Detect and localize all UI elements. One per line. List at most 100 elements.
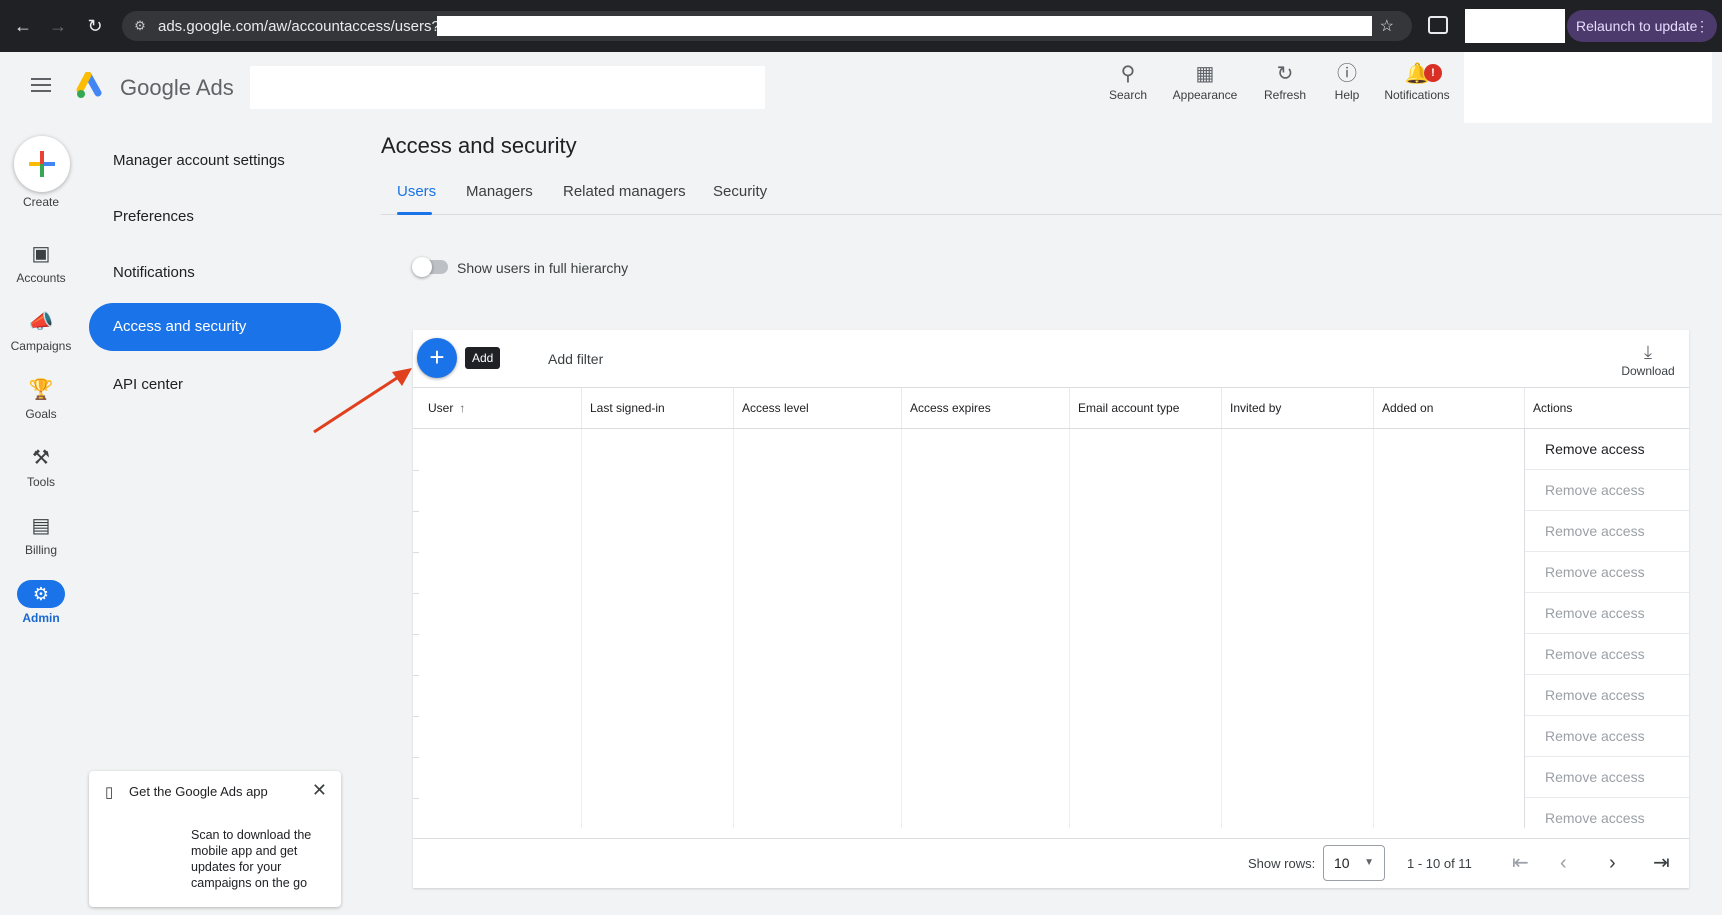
- browser-toolbar: ← → ↻ ⚙ ads.google.com/aw/accountaccess/…: [0, 0, 1722, 52]
- more-vert-icon[interactable]: ⋮: [1695, 10, 1709, 42]
- promo-title: Get the Google Ads app: [129, 784, 268, 799]
- remove-access-button[interactable]: Remove access: [1525, 798, 1689, 839]
- help-icon: ⓘ: [1337, 63, 1357, 85]
- help-label: Help: [1334, 88, 1360, 102]
- tab-users[interactable]: Users: [397, 183, 436, 200]
- column-header-access-expires[interactable]: Access expires: [901, 388, 1069, 428]
- google-ads-logo-icon: [76, 72, 102, 98]
- rail-item-goals[interactable]: 🏆 Goals: [0, 376, 82, 421]
- row-divider: [413, 470, 419, 471]
- rail-label: Billing: [24, 543, 57, 557]
- menu-icon[interactable]: [31, 78, 51, 92]
- relaunch-button[interactable]: Relaunch to update ⋮: [1567, 10, 1717, 42]
- remove-access-button[interactable]: Remove access: [1525, 716, 1689, 757]
- row-divider: [413, 511, 419, 512]
- last-page-icon[interactable]: ⇥: [1653, 851, 1670, 875]
- column-header-user[interactable]: User ↑: [413, 388, 581, 428]
- appearance-icon: ▦: [1195, 63, 1215, 85]
- rail-item-tools[interactable]: ⚒ Tools: [0, 444, 82, 489]
- add-user-button[interactable]: +: [417, 338, 457, 378]
- back-icon[interactable]: ←: [12, 15, 34, 37]
- actions-column: Remove access Remove access Remove acces…: [1524, 429, 1689, 839]
- create-button[interactable]: [14, 136, 70, 192]
- previous-page-icon[interactable]: ‹: [1560, 851, 1567, 875]
- sidebar-item-notifications[interactable]: Notifications: [89, 249, 341, 297]
- column-header-added-on[interactable]: Added on: [1373, 388, 1524, 428]
- remove-access-button[interactable]: Remove access: [1525, 634, 1689, 675]
- next-page-icon[interactable]: ›: [1609, 851, 1616, 875]
- remove-access-button[interactable]: Remove access: [1525, 511, 1689, 552]
- column-divider: [1373, 429, 1374, 828]
- brand-name: Google Ads: [120, 75, 234, 100]
- rail-label: Accounts: [16, 271, 66, 285]
- rail-item-campaigns[interactable]: 📣 Campaigns: [0, 308, 82, 353]
- goals-icon: 🏆: [28, 379, 54, 401]
- site-info-icon[interactable]: ⚙: [130, 16, 150, 36]
- annotation-arrow-icon: [313, 368, 412, 434]
- tools-icon: ⚒: [32, 447, 50, 469]
- rail-item-admin[interactable]: ⚙ Admin: [0, 580, 82, 625]
- rows-per-page-select[interactable]: 10 ▼: [1323, 845, 1385, 881]
- first-page-icon[interactable]: ⇤: [1512, 851, 1529, 875]
- column-header-last-signed-in[interactable]: Last signed-in: [581, 388, 733, 428]
- notification-badge: !: [1424, 64, 1442, 82]
- tab-search-icon[interactable]: [1428, 16, 1448, 34]
- pagination-range: 1 - 10 of 11: [1407, 856, 1472, 871]
- close-icon[interactable]: ✕: [312, 780, 327, 801]
- tab-bar: Users Managers Related managers Security: [381, 175, 1722, 215]
- rail-label: Admin: [22, 611, 60, 625]
- reload-icon[interactable]: ↻: [84, 15, 106, 37]
- notifications-button[interactable]: 🔔 ! Notifications: [1378, 60, 1456, 102]
- sidebar-item-manager-account-settings[interactable]: Manager account settings: [89, 137, 341, 185]
- appearance-button[interactable]: ▦ Appearance: [1168, 60, 1242, 102]
- tab-managers[interactable]: Managers: [466, 183, 533, 200]
- plus-icon: [29, 151, 55, 177]
- users-table-card: + Add Add filter ⤓ Download User ↑ Last s…: [413, 330, 1689, 888]
- app-header: Google Ads ⚲ Search ▦ Appearance ↻ Refre…: [0, 52, 1722, 123]
- add-filter-button[interactable]: Add filter: [548, 351, 603, 367]
- page-title: Access and security: [381, 133, 577, 158]
- rail-label: Campaigns: [10, 339, 72, 353]
- remove-access-button[interactable]: Remove access: [1525, 470, 1689, 511]
- remove-access-button[interactable]: Remove access: [1525, 757, 1689, 798]
- remove-access-button[interactable]: Remove access: [1525, 429, 1689, 470]
- billing-icon: ▤: [31, 515, 51, 537]
- hierarchy-toggle[interactable]: [412, 257, 448, 277]
- download-icon: ⤓: [1644, 342, 1652, 362]
- bell-icon: 🔔: [1404, 63, 1430, 85]
- refresh-button[interactable]: ↻ Refresh: [1260, 60, 1310, 102]
- sidebar-item-access-and-security[interactable]: Access and security: [89, 303, 341, 351]
- rail-label: Tools: [26, 475, 55, 489]
- navigation-rail: Create ▣ Accounts 📣 Campaigns 🏆 Goals ⚒ …: [0, 122, 82, 915]
- search-button[interactable]: ⚲ Search: [1106, 60, 1150, 102]
- remove-access-button[interactable]: Remove access: [1525, 675, 1689, 716]
- tab-security[interactable]: Security: [713, 183, 767, 200]
- remove-access-button[interactable]: Remove access: [1525, 552, 1689, 593]
- rail-item-billing[interactable]: ▤ Billing: [0, 512, 82, 557]
- forward-icon[interactable]: →: [47, 15, 69, 37]
- column-divider: [581, 429, 582, 828]
- campaigns-icon: 📣: [28, 311, 54, 333]
- column-divider: [901, 429, 902, 828]
- qr-code: [105, 821, 189, 899]
- rail-item-accounts[interactable]: ▣ Accounts: [0, 240, 82, 285]
- download-button[interactable]: ⤓ Download: [1613, 340, 1683, 378]
- address-bar[interactable]: ⚙ ads.google.com/aw/accountaccess/users?…: [122, 11, 1412, 41]
- remove-access-button[interactable]: Remove access: [1525, 593, 1689, 634]
- promo-body: Scan to download the mobile app and get …: [191, 828, 312, 890]
- column-header-email-account-type[interactable]: Email account type: [1069, 388, 1221, 428]
- help-button[interactable]: ⓘ Help: [1328, 60, 1366, 102]
- sidebar-item-preferences[interactable]: Preferences: [89, 193, 341, 241]
- column-header-invited-by[interactable]: Invited by: [1221, 388, 1373, 428]
- redacted-account-region: [250, 66, 765, 109]
- row-divider: [413, 757, 419, 758]
- gear-icon: ⚙: [17, 580, 65, 608]
- url-text: ads.google.com/aw/accountaccess/users?: [158, 18, 440, 35]
- column-header-access-level[interactable]: Access level: [733, 388, 901, 428]
- appearance-label: Appearance: [1172, 88, 1238, 102]
- bookmark-star-icon[interactable]: ☆: [1380, 16, 1394, 36]
- row-divider: [413, 634, 419, 635]
- column-divider: [1221, 429, 1222, 828]
- column-header-actions: Actions: [1524, 388, 1689, 428]
- tab-related-managers[interactable]: Related managers: [563, 183, 686, 200]
